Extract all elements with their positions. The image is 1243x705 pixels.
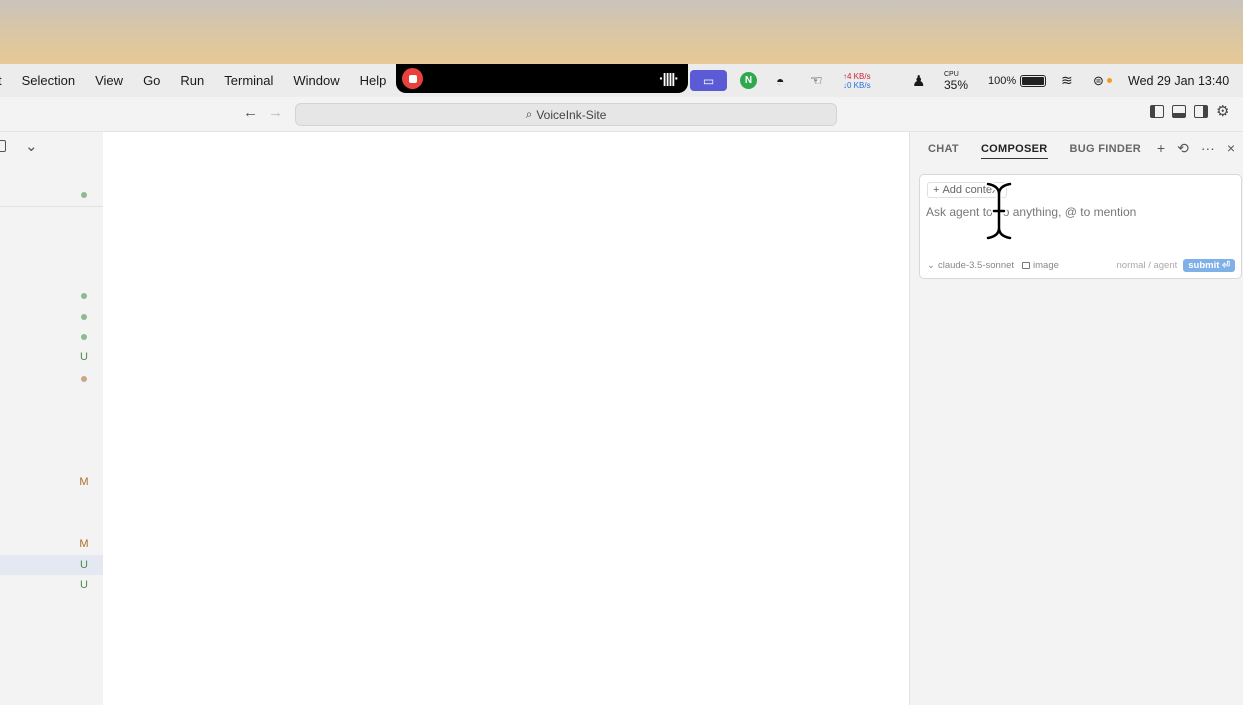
search-icon: ⌕	[525, 107, 533, 121]
toggle-panel-icon[interactable]	[1172, 105, 1186, 118]
tab-bug-finder[interactable]: BUG FINDER	[1070, 138, 1141, 158]
git-status-dot	[79, 331, 89, 340]
git-status-dot	[79, 290, 89, 299]
toggle-primary-sidebar-icon[interactable]	[1150, 105, 1164, 118]
git-status-untracked: U	[80, 579, 88, 591]
menu-edit[interactable]: t	[0, 73, 12, 88]
image-icon	[1022, 261, 1031, 269]
ai-panel: CHAT COMPOSER BUG FINDER + ⟲ ··· × + Add…	[909, 132, 1243, 705]
explorer-sidebar: ⌄ U M M U U	[0, 132, 103, 705]
control-center[interactable]: ⊜	[1093, 64, 1112, 97]
model-name: claude-3.5-sonnet	[937, 259, 1015, 271]
attach-image-button[interactable]: image	[1022, 260, 1059, 271]
git-status-dot	[79, 189, 89, 198]
plus-icon: +	[933, 184, 940, 196]
menu-terminal[interactable]: Terminal	[214, 73, 283, 88]
composer-box: + Add context ⌄ claude-3.5-sonnet image …	[919, 174, 1242, 279]
layout-controls: ⚙	[1150, 104, 1229, 119]
incognito-icon[interactable]: ◓	[776, 64, 784, 97]
tab-composer[interactable]: COMPOSER	[980, 138, 1048, 159]
battery-percent: 100%	[988, 74, 1017, 87]
menu-window[interactable]: Window	[283, 73, 349, 88]
more-options-icon[interactable]: ···	[1201, 140, 1215, 157]
collapse-folders-icon[interactable]	[0, 140, 6, 152]
new-composer-icon[interactable]: +	[1157, 140, 1165, 157]
panel-actions: + ⟲ ··· ×	[1157, 140, 1235, 157]
screen-share-item[interactable]: ▭	[690, 64, 727, 97]
camera-notch: ·||||·	[396, 64, 688, 93]
menu-view[interactable]: View	[85, 73, 133, 88]
git-status-dot	[79, 311, 89, 320]
audio-waveform-icon[interactable]: ·||||·	[659, 70, 679, 86]
recording-indicator-icon	[1106, 78, 1112, 83]
battery-icon	[1020, 74, 1047, 87]
n-app-icon: N	[740, 72, 757, 89]
menu-help[interactable]: Help	[350, 73, 397, 88]
git-status-untracked: U	[80, 351, 88, 363]
text-cursor-icon	[985, 181, 1013, 241]
screen-share-icon: ▭	[690, 70, 727, 91]
cpu-monitor[interactable]: CPU 35%	[944, 64, 968, 97]
image-label: image	[1033, 259, 1059, 271]
battery-status[interactable]: 100%	[988, 64, 1047, 97]
git-status-untracked: U	[80, 559, 88, 571]
back-arrow-icon[interactable]: ←	[243, 104, 258, 121]
navigation-arrows: ← →	[243, 104, 283, 121]
settings-gear-icon[interactable]: ⚙	[1216, 104, 1229, 119]
cpu-value: 35%	[944, 77, 969, 92]
git-status-modified: M	[79, 476, 89, 488]
model-selector[interactable]: ⌄ claude-3.5-sonnet	[927, 260, 1014, 271]
history-icon[interactable]: ⟲	[1177, 140, 1189, 157]
editor-titlebar: ← → ⌕ VoiceInk-Site ⚙	[0, 97, 1243, 132]
chevron-down-icon: ⌄	[927, 259, 935, 271]
notion-item[interactable]: N	[740, 64, 757, 97]
menu-bar: t Selection View Go Run Terminal Window …	[0, 64, 1243, 97]
hand-icon[interactable]: ☜	[810, 64, 823, 97]
composer-prompt-input[interactable]	[926, 205, 1231, 219]
composer-footer: ⌄ claude-3.5-sonnet image normal / agent…	[927, 258, 1235, 272]
forward-arrow-icon[interactable]: →	[268, 104, 283, 121]
app-menu: t Selection View Go Run Terminal Window …	[0, 64, 396, 97]
net-download: ↓0 KB/s	[843, 80, 871, 90]
sidebar-divider	[0, 206, 103, 207]
tab-chat[interactable]: CHAT	[928, 138, 959, 158]
git-status-dot	[79, 373, 89, 382]
close-icon[interactable]: ×	[1227, 140, 1235, 157]
network-monitor[interactable]: ↑4 KB/s ↓0 KB/s	[843, 64, 871, 97]
toggle-secondary-sidebar-icon[interactable]	[1194, 105, 1208, 118]
control-center-icon: ⊜	[1093, 72, 1104, 88]
menu-go[interactable]: Go	[133, 73, 170, 88]
menu-run[interactable]: Run	[170, 73, 214, 88]
submit-button[interactable]: submit ⏎	[1183, 258, 1235, 272]
desktop-wallpaper	[0, 0, 1243, 64]
wifi-icon[interactable]: ≋	[1061, 64, 1073, 97]
workspace-name: VoiceInk-Site	[536, 107, 607, 122]
clock[interactable]: Wed 29 Jan 13:40	[1128, 64, 1229, 97]
menu-selection[interactable]: Selection	[12, 73, 85, 88]
mode-selector[interactable]: normal / agent	[1117, 260, 1178, 271]
microphone-icon[interactable]: ♟	[912, 64, 925, 97]
command-center-search[interactable]: ⌕ VoiceInk-Site	[295, 103, 837, 126]
net-upload: ↑4 KB/s	[843, 71, 871, 81]
record-icon[interactable]	[402, 68, 423, 89]
editor-area[interactable]	[103, 132, 909, 705]
chevron-down-icon[interactable]: ⌄	[25, 137, 38, 155]
git-status-modified: M	[79, 538, 89, 550]
cpu-label: CPU	[944, 70, 959, 78]
